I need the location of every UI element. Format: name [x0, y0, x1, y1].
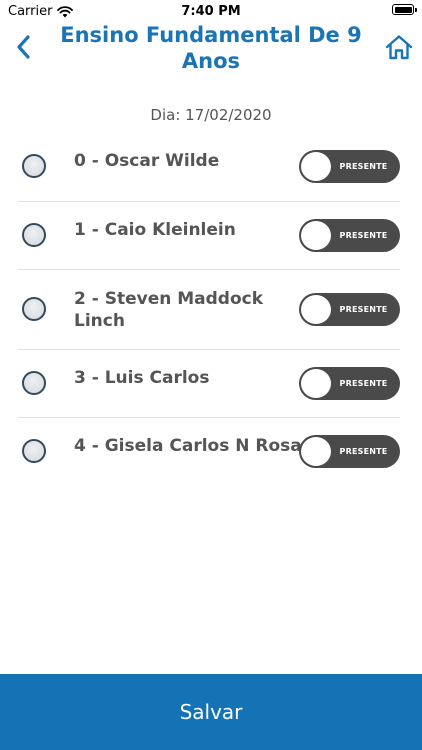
student-list: 0 - Oscar Wilde PRESENTE 1 - Caio Kleinl…	[0, 132, 422, 486]
battery-fill	[394, 6, 412, 13]
toggle-knob	[301, 152, 331, 181]
toggle-knob	[301, 221, 331, 250]
chevron-left-icon	[17, 35, 30, 59]
nav-bar: Ensino Fundamental De 9 Anos	[0, 22, 422, 82]
avatar	[22, 371, 46, 395]
home-button[interactable]	[384, 32, 414, 62]
toggle-knob	[301, 437, 331, 466]
student-name: 1 - Caio Kleinlein	[74, 220, 236, 240]
avatar	[22, 297, 46, 321]
save-button[interactable]: Salvar	[0, 674, 422, 750]
presence-toggle[interactable]: PRESENTE	[299, 293, 400, 326]
toggle-label: PRESENTE	[339, 231, 388, 240]
list-item: 4 - Gisela Carlos N Rosa PRESENTE	[18, 418, 400, 486]
student-name: 4 - Gisela Carlos N Rosa	[74, 436, 302, 456]
avatar	[22, 154, 46, 178]
status-time: 7:40 PM	[181, 4, 241, 19]
avatar	[22, 439, 46, 463]
toggle-knob	[301, 295, 331, 324]
presence-toggle[interactable]: PRESENTE	[299, 150, 400, 183]
avatar	[22, 223, 46, 247]
list-item: 3 - Luis Carlos PRESENTE	[18, 350, 400, 418]
student-name: 0 - Oscar Wilde	[74, 151, 220, 171]
list-item: 0 - Oscar Wilde PRESENTE	[18, 132, 400, 202]
toggle-label: PRESENTE	[339, 162, 388, 171]
status-right	[392, 4, 417, 15]
back-button[interactable]	[10, 32, 36, 62]
student-name: 2 - Steven Maddock Linch	[74, 289, 264, 331]
toggle-label: PRESENTE	[339, 447, 388, 456]
student-name: 3 - Luis Carlos	[74, 368, 210, 388]
toggle-knob	[301, 369, 331, 398]
list-item: 1 - Caio Kleinlein PRESENTE	[18, 202, 400, 270]
page-title: Ensino Fundamental De 9 Anos	[60, 23, 362, 73]
list-item: 2 - Steven Maddock Linch PRESENTE	[18, 270, 400, 350]
toggle-label: PRESENTE	[339, 379, 388, 388]
presence-toggle[interactable]: PRESENTE	[299, 435, 400, 468]
home-icon	[385, 35, 413, 60]
presence-toggle[interactable]: PRESENTE	[299, 367, 400, 400]
battery-icon	[392, 4, 417, 15]
presence-toggle[interactable]: PRESENTE	[299, 219, 400, 252]
date-label: Dia: 17/02/2020	[150, 106, 272, 124]
attendance-screen: Carrier 7:40 PM Ensino Fundamental De 9 …	[0, 0, 422, 750]
toggle-label: PRESENTE	[339, 305, 388, 314]
status-bar: Carrier 7:40 PM	[0, 0, 422, 22]
